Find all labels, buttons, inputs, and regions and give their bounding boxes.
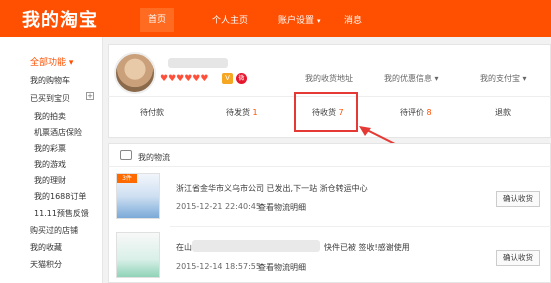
- status-label: 待评价: [400, 108, 424, 117]
- highlight-box: [294, 92, 358, 132]
- status-pending-payment[interactable]: 待付款: [140, 107, 164, 118]
- item-count-tag: 3件: [117, 174, 137, 183]
- sidebar-item-travel[interactable]: 机票酒店保险: [34, 127, 82, 138]
- sidebar-item-games[interactable]: 我的游戏: [34, 159, 66, 170]
- redacted-text: [192, 240, 320, 252]
- product-thumbnail[interactable]: [116, 232, 160, 278]
- status-pending-review[interactable]: 待评价 8: [400, 107, 432, 118]
- credit-hearts: ♥♥♥♥♥♥: [160, 74, 209, 84]
- address-link[interactable]: 我的收货地址: [305, 73, 353, 84]
- sidebar-item-tmall-points[interactable]: 天猫积分: [30, 259, 62, 270]
- logistics-status-suffix: 快件已被 签收!感谢使用: [324, 243, 410, 252]
- weibo-icon[interactable]: 微: [236, 73, 247, 84]
- top-nav-bar: 我的淘宝 首页 个人主页 账户设置 ▾ 消息: [0, 0, 551, 37]
- status-label: 待发货: [226, 108, 250, 117]
- sidebar-item-1688-orders[interactable]: 我的1688订单: [34, 191, 86, 202]
- nav-profile[interactable]: 个人主页: [212, 13, 248, 26]
- sidebar-item-label: 全部功能: [30, 58, 67, 68]
- chevron-down-icon: ▾: [317, 17, 321, 25]
- confirm-receipt-button[interactable]: 确认收货: [496, 191, 540, 207]
- nav-account-settings-label: 账户设置: [278, 16, 315, 26]
- status-label: 退款: [495, 108, 511, 117]
- status-refund[interactable]: 退款: [495, 107, 511, 118]
- status-count: 1: [252, 108, 258, 117]
- expand-plus-icon[interactable]: +: [86, 92, 94, 100]
- status-count: 8: [426, 108, 432, 117]
- sidebar-item-finance[interactable]: 我的理财: [34, 175, 66, 186]
- divider: [108, 166, 551, 167]
- confirm-receipt-button[interactable]: 确认收货: [496, 250, 540, 266]
- coupon-link[interactable]: 我的优惠信息 ▾: [384, 73, 439, 84]
- sidebar-item-cart[interactable]: 我的购物车: [30, 75, 70, 86]
- sidebar-item-shops[interactable]: 购买过的店铺: [30, 225, 78, 236]
- logo[interactable]: 我的淘宝: [22, 6, 98, 32]
- nav-messages[interactable]: 消息: [344, 13, 362, 26]
- nav-home[interactable]: 首页: [140, 8, 175, 32]
- sidebar-item-lottery[interactable]: 我的彩票: [34, 143, 66, 154]
- avatar[interactable]: [114, 52, 156, 94]
- sidebar-item-favorites[interactable]: 我的收藏: [30, 242, 62, 253]
- nav-account-settings[interactable]: 账户设置 ▾: [278, 13, 321, 26]
- username-blurred: [168, 58, 228, 68]
- sidebar-item-purchased[interactable]: 已买到宝贝: [30, 93, 70, 104]
- sidebar-item-all-features[interactable]: 全部功能 ▾: [30, 55, 73, 68]
- sidebar-item-auction[interactable]: 我的拍卖: [34, 111, 66, 122]
- view-logistics-link[interactable]: 查看物流明细: [258, 262, 306, 273]
- status-label: 待付款: [140, 108, 164, 117]
- view-logistics-link[interactable]: 查看物流明细: [258, 202, 306, 213]
- vip-badge-icon[interactable]: V: [222, 73, 233, 84]
- logistics-date: 2015-12-21 22:40:45: [176, 202, 261, 211]
- logistics-title: 我的物流: [138, 153, 170, 162]
- logistics-status-prefix: 在山: [176, 243, 192, 252]
- logistics-panel: [108, 143, 551, 283]
- truck-icon: [120, 150, 132, 160]
- logistics-status-text: 浙江省金华市义乌市公司 已发出,下一站 浙仓转运中心: [176, 184, 368, 193]
- status-pending-shipment[interactable]: 待发货 1: [226, 107, 258, 118]
- product-thumbnail[interactable]: 3件: [116, 173, 160, 219]
- chevron-down-icon: ▾: [68, 58, 74, 68]
- sidebar-item-1111-feedback[interactable]: 11.11预售反馈: [34, 208, 89, 219]
- logistics-date: 2015-12-14 18:57:55: [176, 262, 261, 271]
- divider: [170, 226, 551, 227]
- alipay-link[interactable]: 我的支付宝 ▾: [480, 73, 527, 84]
